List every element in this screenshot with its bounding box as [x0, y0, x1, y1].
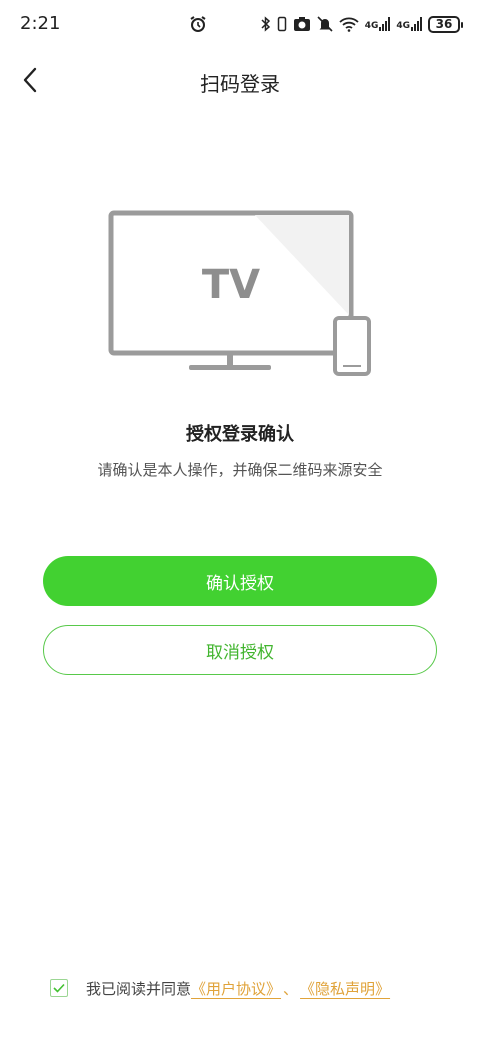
vibrate-icon: [277, 16, 287, 32]
agreement-text: 我已阅读并同意: [86, 979, 192, 998]
alarm-icon: [189, 15, 207, 33]
scan-login-page: 2:21 4G 4G 36 扫码登录 TV 授权登录确认 请确认是本人操作，并确…: [0, 0, 480, 1058]
status-icons: 4G 4G 36: [189, 12, 463, 36]
confirm-title: 授权登录确认: [186, 424, 294, 445]
checkmark-icon: [53, 983, 65, 993]
cellular-signal-2-icon: 4G: [396, 17, 422, 31]
privacy-statement-link[interactable]: 《隐私声明》: [300, 978, 390, 999]
tv-phone-illustration: TV: [108, 210, 371, 376]
network-type-1: 4G: [364, 21, 379, 31]
confirm-authorize-button[interactable]: 确认授权: [43, 556, 437, 606]
cellular-signal-1-icon: 4G: [365, 17, 391, 31]
battery-icon: 36: [428, 15, 463, 33]
status-time: 2:21: [20, 13, 61, 34]
bluetooth-icon: [261, 16, 271, 32]
agreement-row: 我已阅读并同意 《用户协议》 、 《隐私声明》: [50, 976, 390, 1000]
wifi-icon: [339, 16, 359, 32]
page-title: 扫码登录: [200, 72, 280, 96]
user-agreement-link[interactable]: 《用户协议》: [191, 978, 281, 999]
confirm-description: 请确认是本人操作，并确保二维码来源安全: [97, 461, 383, 479]
mute-bell-icon: [317, 16, 333, 32]
camera-icon: [293, 16, 311, 32]
cancel-authorize-button[interactable]: 取消授权: [43, 625, 437, 675]
agreement-checkbox[interactable]: [50, 979, 68, 997]
network-type-2: 4G: [396, 21, 410, 31]
status-bar: 2:21 4G 4G 36: [0, 0, 480, 48]
agreement-separator: 、: [283, 979, 299, 998]
battery-level: 36: [435, 16, 453, 31]
header: 扫码登录: [0, 48, 480, 112]
tv-screen-label: TV: [202, 262, 260, 308]
